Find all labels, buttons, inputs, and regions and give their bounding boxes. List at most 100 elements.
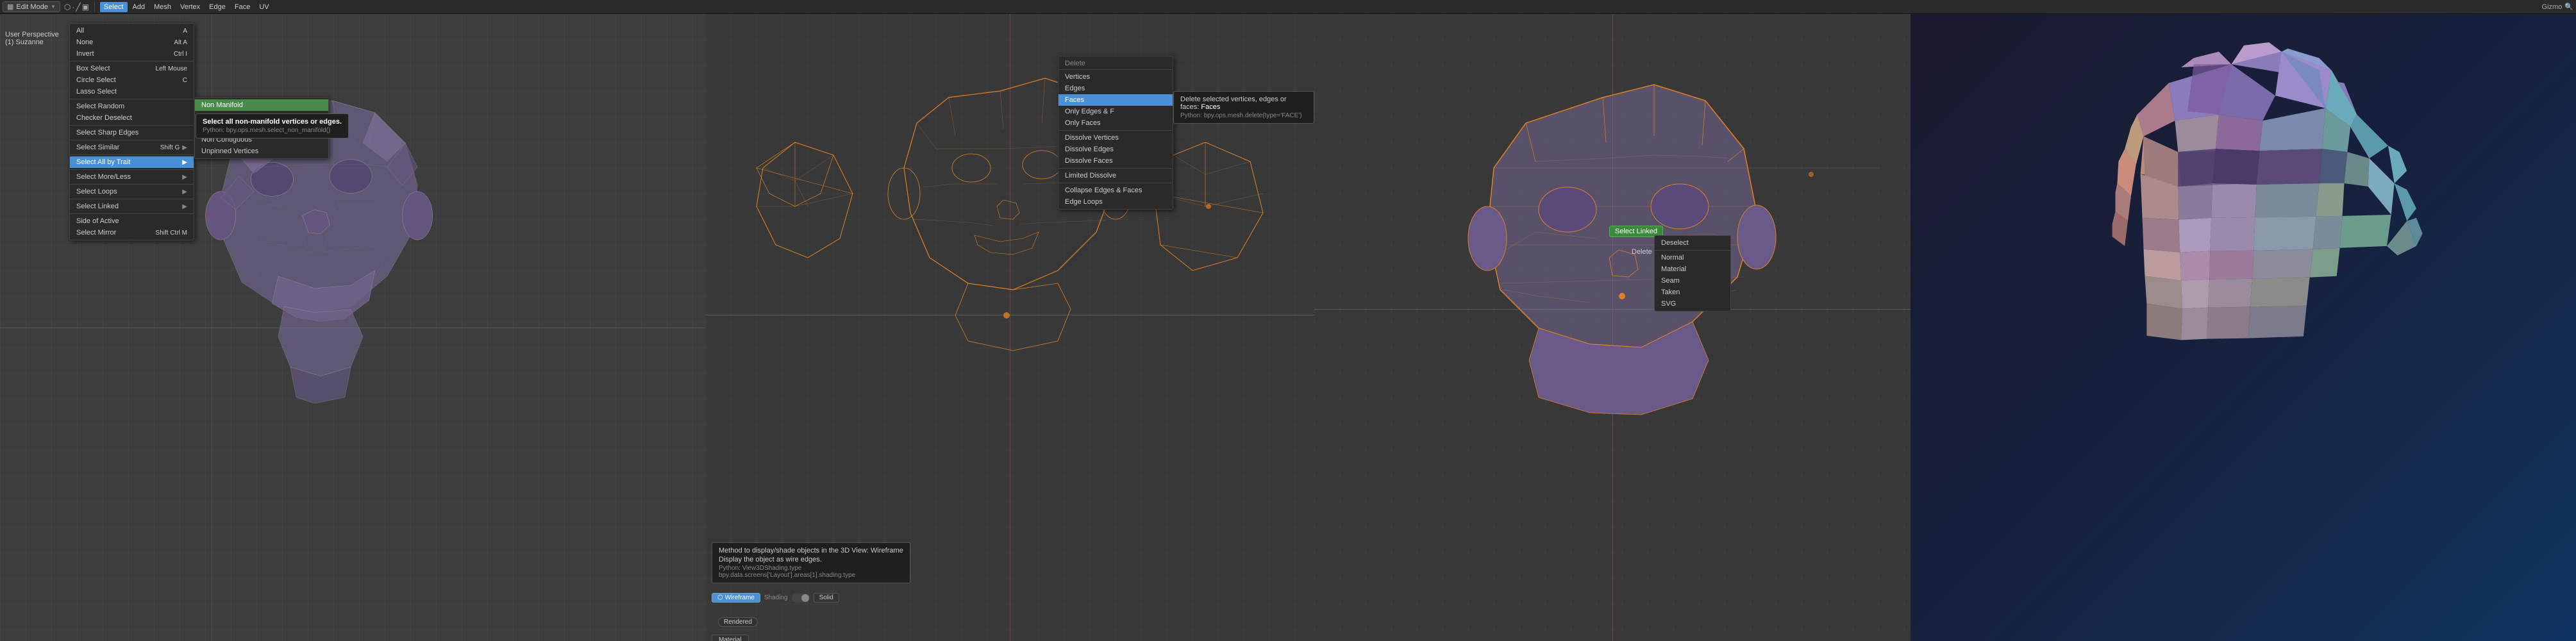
none-label: None bbox=[76, 38, 93, 46]
normal-item[interactable]: Normal bbox=[1655, 252, 1730, 263]
wireframe-btn[interactable]: ⬡ Wireframe bbox=[712, 593, 760, 603]
delete-limited-dissolve[interactable]: Limited Dissolve bbox=[1058, 170, 1173, 181]
lasso-select-label: Lasso Select bbox=[76, 88, 117, 96]
material-item[interactable]: Material bbox=[1655, 263, 1730, 275]
menu-select-all-by-trait[interactable]: Select All by Trait ▶ bbox=[70, 156, 194, 168]
delete-menu-header: Delete bbox=[1058, 58, 1173, 70]
only-edges-f-label: Only Edges & F bbox=[1065, 108, 1114, 115]
svg-item[interactable]: SVG bbox=[1655, 298, 1730, 310]
menu-checker-deselect[interactable]: Checker Deselect bbox=[70, 112, 194, 124]
wireframe-label: Wireframe bbox=[725, 594, 755, 601]
far-right-viewport bbox=[1911, 14, 2576, 641]
delete-collapse-edges-faces[interactable]: Collapse Edges & Faces bbox=[1058, 185, 1173, 196]
taken-item[interactable]: Taken bbox=[1655, 287, 1730, 298]
select-all-by-trait-label: Select All by Trait bbox=[76, 158, 130, 166]
menu-circle-select[interactable]: Circle Select C bbox=[70, 74, 194, 86]
deselect-sep bbox=[1655, 250, 1730, 251]
select-linked-label: Select Linked bbox=[76, 203, 119, 210]
deselect-item[interactable]: Deselect bbox=[1655, 237, 1730, 249]
select-similar-shortcut: Shift G bbox=[160, 144, 180, 151]
wireframe-icon: ⬡ bbox=[717, 594, 723, 601]
menu-side-of-active[interactable]: Side of Active bbox=[70, 215, 194, 227]
menu-add[interactable]: Add bbox=[129, 2, 149, 12]
none-shortcut: Alt A bbox=[174, 39, 187, 46]
mode-dropdown[interactable]: ▦ Edit Mode ▼ bbox=[3, 1, 60, 12]
left-viewport: User Perspective (1) Suzanne bbox=[0, 14, 705, 641]
faces-tooltip-python: Python: bpy.ops.mesh.delete(type='FACE') bbox=[1180, 112, 1307, 119]
context-menu-bar: Select Add Mesh Vertex Edge Face UV bbox=[100, 2, 273, 12]
wireframe-python-1: Python: View3DShading.type bbox=[719, 565, 903, 572]
right-viewport: Select Linked Delete Deselect Normal Mat… bbox=[1314, 14, 1911, 641]
menu-box-select[interactable]: Box Select Left Mouse bbox=[70, 63, 194, 74]
edit-mode-icon: ▦ bbox=[7, 3, 13, 11]
menu-edge[interactable]: Edge bbox=[205, 2, 230, 12]
menu-uv[interactable]: UV bbox=[255, 2, 272, 12]
menu-select-loops[interactable]: Select Loops ▶ bbox=[70, 186, 194, 197]
delete-edge-loops[interactable]: Edge Loops bbox=[1058, 196, 1173, 208]
edge-icon[interactable]: ╱ bbox=[76, 3, 80, 12]
mode-label: Edit Mode bbox=[16, 3, 48, 11]
sep-9 bbox=[70, 213, 194, 214]
sep1 bbox=[94, 2, 95, 12]
dissolve-vertices-label: Dissolve Vertices bbox=[1065, 134, 1119, 142]
delete-only-faces[interactable]: Only Faces bbox=[1058, 117, 1173, 129]
circle-select-label: Circle Select bbox=[76, 76, 116, 84]
deselect-menu: Deselect Normal Material Seam Taken SVG bbox=[1654, 235, 1731, 312]
menu-select-mirror[interactable]: Select Mirror Shift Ctrl M bbox=[70, 227, 194, 238]
solid-btn[interactable]: Solid bbox=[814, 593, 839, 603]
dissolve-faces-label: Dissolve Faces bbox=[1065, 157, 1113, 165]
sep-3 bbox=[70, 125, 194, 126]
menu-select-random[interactable]: Select Random bbox=[70, 101, 194, 112]
select-more-less-arrow: ▶ bbox=[182, 174, 187, 181]
delete-edges[interactable]: Edges bbox=[1058, 83, 1173, 94]
submenu-non-manifold[interactable]: Non Manifold bbox=[195, 99, 328, 111]
wireframe-tooltip: Method to display/shade objects in the 3… bbox=[712, 542, 910, 583]
object-icon[interactable]: ⬡ bbox=[64, 3, 71, 12]
delete-faces[interactable]: Faces bbox=[1058, 94, 1173, 106]
delete-vertices[interactable]: Vertices bbox=[1058, 71, 1173, 83]
faces-tooltip-desc: Delete selected vertices, edges or faces… bbox=[1180, 96, 1307, 111]
menu-select[interactable]: Select bbox=[100, 2, 128, 12]
menu-invert[interactable]: Invert Ctrl I bbox=[70, 48, 194, 60]
delete-dissolve-edges[interactable]: Dissolve Edges bbox=[1058, 144, 1173, 155]
collapse-edges-faces-label: Collapse Edges & Faces bbox=[1065, 187, 1142, 194]
vert-icon[interactable]: · bbox=[72, 3, 74, 12]
delete-dissolve-faces[interactable]: Dissolve Faces bbox=[1058, 155, 1173, 167]
select-loops-arrow: ▶ bbox=[182, 188, 187, 196]
all-label: All bbox=[76, 27, 84, 35]
menu-select-similar[interactable]: Select Similar Shift G ▶ bbox=[70, 142, 194, 153]
sep-5 bbox=[70, 154, 194, 155]
delete-dissolve-vertices[interactable]: Dissolve Vertices bbox=[1058, 132, 1173, 144]
seam-item[interactable]: Seam bbox=[1655, 275, 1730, 287]
menu-none[interactable]: None Alt A bbox=[70, 37, 194, 48]
select-sharp-edges-label: Select Sharp Edges bbox=[76, 129, 138, 137]
face-icon[interactable]: ▣ bbox=[82, 3, 89, 12]
rendered-badge[interactable]: Rendered bbox=[718, 617, 758, 627]
viewport-perspective-label: User Perspective (1) Suzanne bbox=[5, 31, 59, 46]
menu-lasso-select[interactable]: Lasso Select bbox=[70, 86, 194, 97]
select-mirror-label: Select Mirror bbox=[76, 229, 116, 237]
menu-select-linked[interactable]: Select Linked ▶ bbox=[70, 201, 194, 212]
menu-select-sharp-edges[interactable]: Select Sharp Edges bbox=[70, 127, 194, 138]
menu-all[interactable]: All A bbox=[70, 25, 194, 37]
shading-toggle[interactable] bbox=[792, 594, 810, 603]
right-monkey-svg bbox=[1314, 14, 1911, 641]
limited-dissolve-label: Limited Dissolve bbox=[1065, 172, 1116, 179]
tooltip-python: Python: bpy.ops.mesh.select_non_manifold… bbox=[203, 127, 342, 134]
menu-vertex[interactable]: Vertex bbox=[176, 2, 204, 12]
box-select-label: Box Select bbox=[76, 65, 110, 72]
faces-label: Faces bbox=[1065, 96, 1084, 104]
search-icon[interactable]: 🔍 bbox=[2564, 3, 2573, 11]
delete-sep-1 bbox=[1058, 130, 1173, 131]
material-preview-btn[interactable]: Material Preview bbox=[712, 635, 749, 641]
menu-mesh[interactable]: Mesh bbox=[150, 2, 175, 12]
menu-select-more-less[interactable]: Select More/Less ▶ bbox=[70, 171, 194, 183]
menu-face[interactable]: Face bbox=[231, 2, 254, 12]
delete-sep-2 bbox=[1058, 168, 1173, 169]
submenu-unpinned-vertices[interactable]: Unpinned Vertices bbox=[195, 146, 328, 157]
all-shortcut: A bbox=[183, 28, 187, 35]
right-delete-label: Delete bbox=[1632, 248, 1652, 256]
delete-only-edges-f[interactable]: Only Edges & F bbox=[1058, 106, 1173, 117]
select-similar-label: Select Similar bbox=[76, 144, 119, 151]
dissolve-edges-label: Dissolve Edges bbox=[1065, 146, 1114, 153]
